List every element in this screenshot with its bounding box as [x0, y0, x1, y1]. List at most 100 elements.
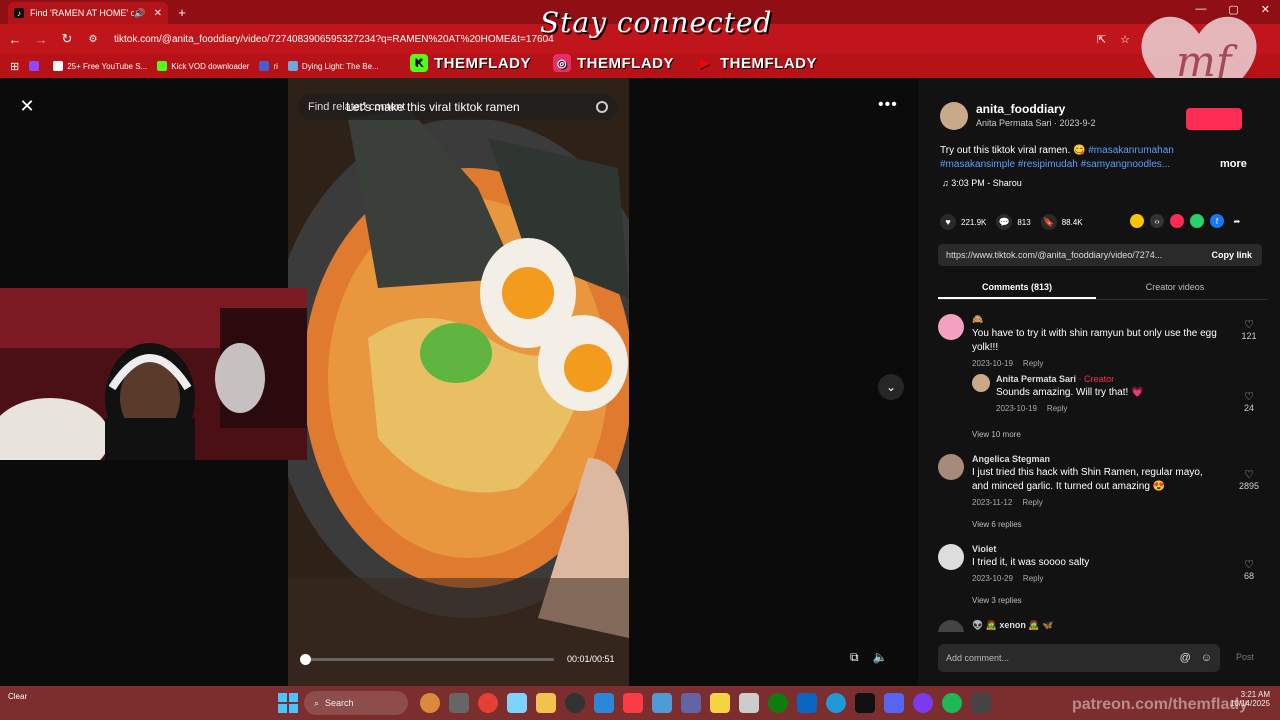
- tab-title: Find 'RAMEN AT HOME' on: [30, 8, 135, 18]
- music-label[interactable]: ♫ 3:03 PM - Sharou: [942, 178, 1022, 188]
- add-comment-input[interactable]: Add comment... @ ☺: [938, 644, 1220, 672]
- whatsapp-icon[interactable]: [1190, 214, 1204, 228]
- post-details-panel: anita_fooddiary Anita Permata Sari · 202…: [918, 78, 1280, 686]
- commenter-avatar[interactable]: [938, 314, 964, 340]
- teams-icon[interactable]: [681, 693, 701, 713]
- more-options-icon[interactable]: •••: [878, 96, 898, 114]
- taskbar-apps: [420, 693, 991, 713]
- emoji-icon[interactable]: ☺: [1201, 652, 1212, 664]
- obs-icon[interactable]: [565, 693, 585, 713]
- embed-icon[interactable]: ‹›: [1150, 214, 1164, 228]
- video-player[interactable]: Find related content Let's make this vir…: [288, 78, 629, 686]
- creator-avatar[interactable]: [972, 374, 990, 392]
- app-icon[interactable]: [507, 693, 527, 713]
- share-arrow-icon[interactable]: ➦: [1230, 214, 1244, 228]
- next-video-chevron-icon[interactable]: ⌄: [878, 374, 904, 400]
- bookmark-youtube-s[interactable]: 25+ Free YouTube S...: [53, 61, 147, 71]
- reply-item: Anita Permata Sari · Creator Sounds amaz…: [972, 374, 1268, 418]
- bookmark-kick-vod[interactable]: Kick VOD downloader: [157, 61, 249, 71]
- forward-icon[interactable]: →: [30, 32, 52, 47]
- send-icon[interactable]: [1170, 214, 1184, 228]
- spotify-icon[interactable]: [942, 693, 962, 713]
- weather-widget[interactable]: Clear: [8, 692, 27, 701]
- pip-icon[interactable]: ⧉: [850, 650, 859, 665]
- comment-button[interactable]: 💬 813: [996, 214, 1031, 230]
- view-more-replies[interactable]: View 3 replies: [972, 596, 1022, 605]
- ramen-app-icon[interactable]: [420, 693, 440, 713]
- youtube-icon: ▶: [700, 57, 710, 70]
- new-tab-button[interactable]: +: [174, 4, 190, 20]
- tab-creator-videos[interactable]: Creator videos: [1096, 276, 1254, 299]
- youtube-brand: ▶ THEMFLADY: [696, 54, 817, 72]
- save-button[interactable]: 🔖 88.4K: [1040, 214, 1083, 230]
- browser-tab[interactable]: ♪ Find 'RAMEN AT HOME' on 🔊 ✕: [8, 2, 168, 24]
- discord-icon[interactable]: [884, 693, 904, 713]
- taskbar-search[interactable]: ⌕ Search: [304, 691, 408, 715]
- view-more-replies[interactable]: View 6 replies: [972, 520, 1022, 529]
- edge-icon[interactable]: [826, 693, 846, 713]
- chrome-icon[interactable]: [478, 693, 498, 713]
- file-explorer-icon[interactable]: [536, 693, 556, 713]
- apps-grid-icon[interactable]: ⊞: [10, 60, 19, 73]
- bookmark-dying-light[interactable]: Dying Light: The Be...: [287, 61, 379, 71]
- progress-knob[interactable]: [299, 654, 311, 665]
- photos-icon[interactable]: [652, 693, 672, 713]
- search-icon: ⌕: [314, 697, 320, 708]
- terminal-icon[interactable]: [971, 693, 991, 713]
- taskview-icon[interactable]: [449, 693, 469, 713]
- url-field[interactable]: tiktok.com/@anita_fooddiary/video/727408…: [114, 34, 554, 45]
- comment-like-button[interactable]: ♡ 68: [1234, 558, 1264, 581]
- comment-like-button[interactable]: ♡ 2895: [1234, 468, 1264, 491]
- xbox-icon[interactable]: [768, 693, 788, 713]
- kick-brand: K THEMFLADY: [410, 54, 531, 72]
- tiktok-viewer: ✕ Find related content Let's make this v…: [0, 78, 1280, 686]
- like-button[interactable]: ♥ 221.9K: [940, 214, 986, 230]
- app-icon-3[interactable]: [797, 693, 817, 713]
- commenter-avatar[interactable]: [938, 454, 964, 480]
- video-progress-bar[interactable]: [299, 654, 554, 665]
- author-avatar[interactable]: [940, 102, 968, 130]
- reply-button[interactable]: Reply: [1022, 498, 1042, 507]
- kick-icon: K: [410, 54, 428, 72]
- reload-icon[interactable]: ↻: [56, 31, 78, 47]
- patreon-watermark: patreon.com/themflady: [1072, 696, 1249, 713]
- mention-icon[interactable]: @: [1180, 652, 1191, 664]
- reply-button[interactable]: Reply: [1023, 574, 1043, 583]
- coin-icon[interactable]: [1130, 214, 1144, 228]
- comment-like-button[interactable]: ♡ 121: [1234, 318, 1264, 341]
- video-link-box: https://www.tiktok.com/@anita_fooddiary/…: [938, 244, 1262, 266]
- tab-audio-icon[interactable]: 🔊: [134, 8, 145, 19]
- author-username[interactable]: anita_fooddiary: [976, 102, 1096, 116]
- install-app-icon[interactable]: ⇱: [1097, 33, 1106, 46]
- reply-button[interactable]: Reply: [1047, 404, 1067, 413]
- twitch-bookmark[interactable]: [29, 61, 43, 71]
- store-icon[interactable]: [594, 693, 614, 713]
- comment-like-button[interactable]: ♡ 24: [1234, 390, 1264, 413]
- follow-button[interactable]: [1186, 108, 1242, 130]
- search-icon[interactable]: [596, 101, 608, 113]
- windows-start-icon[interactable]: [278, 693, 298, 713]
- related-search-bar[interactable]: Find related content Let's make this vir…: [298, 94, 618, 120]
- commenter-avatar[interactable]: [938, 620, 964, 632]
- reply-button[interactable]: Reply: [1023, 359, 1043, 368]
- video-link[interactable]: https://www.tiktok.com/@anita_fooddiary/…: [946, 250, 1184, 260]
- tab-close-button[interactable]: ✕: [154, 8, 162, 19]
- site-info-icon[interactable]: ⚙: [82, 34, 104, 45]
- music-icon[interactable]: [623, 693, 643, 713]
- facebook-icon[interactable]: f: [1210, 214, 1224, 228]
- volume-icon[interactable]: 🔈: [873, 650, 888, 665]
- post-comment-button[interactable]: Post: [1236, 652, 1254, 662]
- view-more-replies[interactable]: View 10 more: [972, 430, 1021, 439]
- bookmark-star-icon[interactable]: ☆: [1120, 33, 1130, 46]
- app-icon-4[interactable]: [913, 693, 933, 713]
- description-more-button[interactable]: more: [1220, 158, 1247, 170]
- copy-link-button[interactable]: Copy link: [1211, 250, 1252, 260]
- close-viewer-button[interactable]: ✕: [16, 95, 38, 117]
- app-icon-2[interactable]: [739, 693, 759, 713]
- commenter-avatar[interactable]: [938, 544, 964, 570]
- notes-icon[interactable]: [710, 693, 730, 713]
- tab-comments[interactable]: Comments (813): [938, 276, 1096, 299]
- back-icon[interactable]: ←: [4, 32, 26, 47]
- bookmark-ri[interactable]: ri: [259, 61, 278, 71]
- tiktok-icon[interactable]: [855, 693, 875, 713]
